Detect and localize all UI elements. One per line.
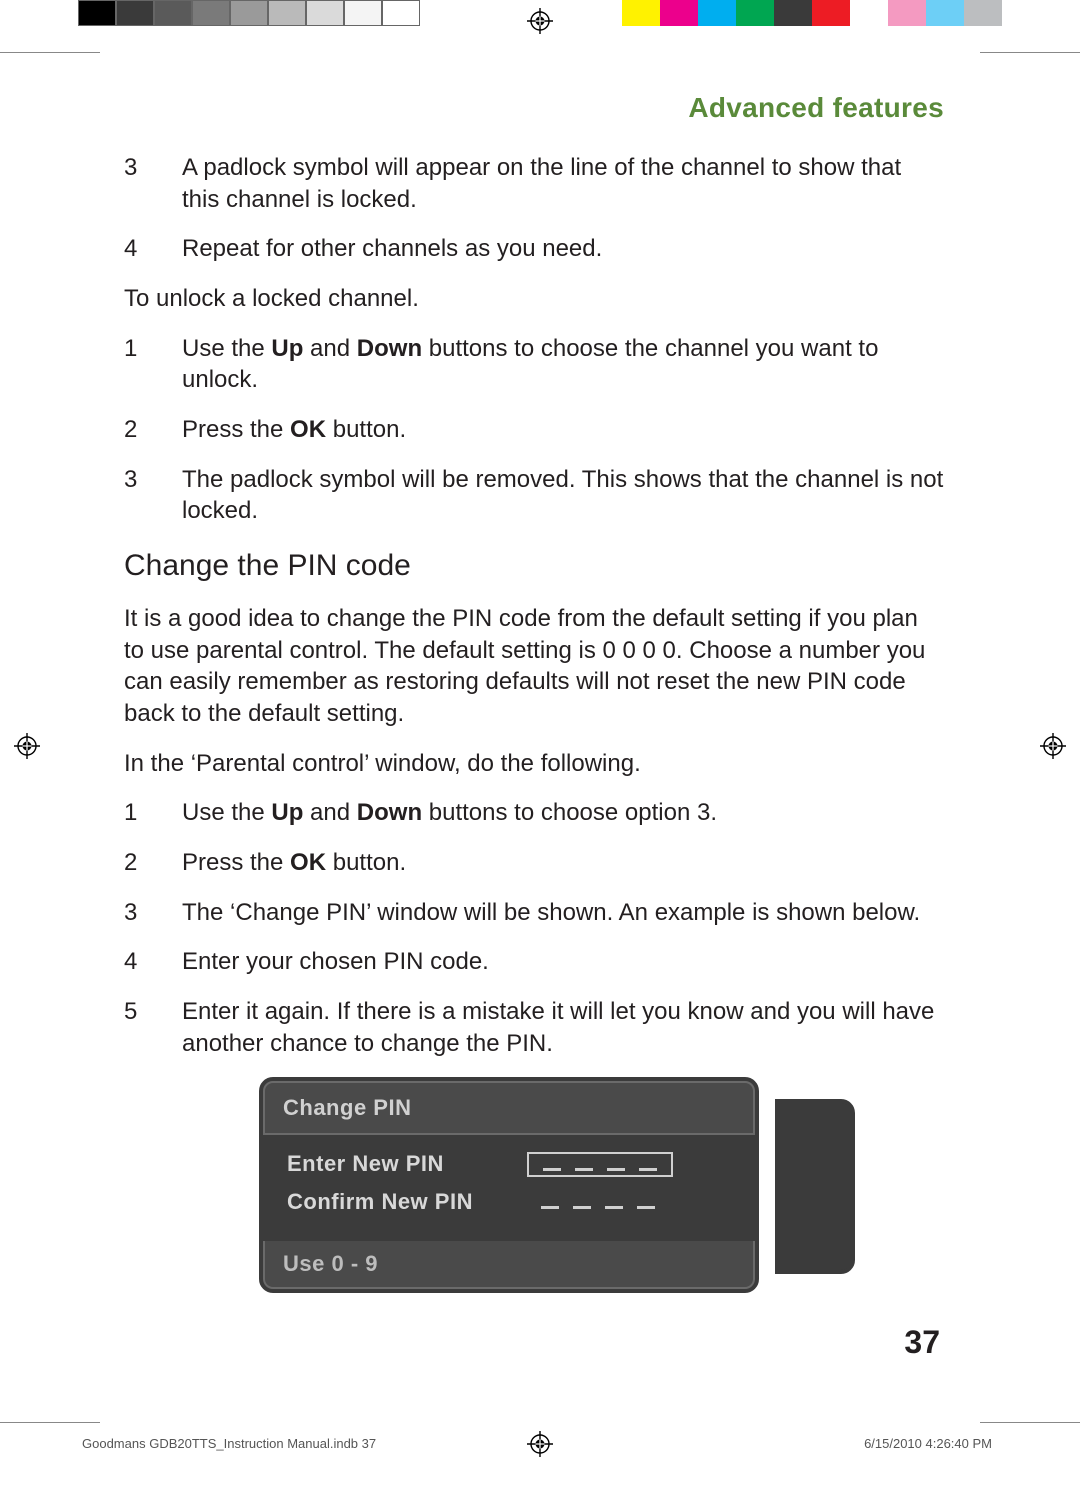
confirm-new-pin-label: Confirm New PIN — [287, 1189, 527, 1215]
color-swatch — [154, 0, 192, 26]
unlock-steps-list: 1Use the Up and Down buttons to choose t… — [124, 333, 944, 527]
color-swatch — [116, 0, 154, 26]
color-swatch — [192, 0, 230, 26]
crop-mark — [0, 1422, 100, 1423]
color-swatch — [964, 0, 1002, 26]
color-swatch — [268, 0, 306, 26]
dialog-shadow-panel — [775, 1099, 855, 1274]
color-swatch — [660, 0, 698, 26]
list-item: 2Press the OK button. — [124, 414, 944, 446]
change-pin-dialog-illustration: Change PIN Enter New PIN Confirm New PIN — [259, 1077, 809, 1293]
color-swatch — [622, 0, 660, 26]
page-content: Advanced features 3A padlock symbol will… — [124, 92, 944, 1293]
registration-mark-icon — [14, 733, 40, 759]
crop-mark — [980, 52, 1080, 53]
crop-mark — [0, 52, 100, 53]
color-swatch — [382, 0, 420, 26]
color-swatch — [774, 0, 812, 26]
footer-timestamp: 6/15/2010 4:26:40 PM — [864, 1436, 992, 1451]
crop-mark — [980, 1422, 1080, 1423]
pin-window-intro: In the ‘Parental control’ window, do the… — [124, 748, 944, 780]
color-swatch — [230, 0, 268, 26]
list-item: 3A padlock symbol will appear on the lin… — [124, 152, 944, 215]
footer-filename: Goodmans GDB20TTS_Instruction Manual.ind… — [82, 1436, 376, 1451]
print-footer: Goodmans GDB20TTS_Instruction Manual.ind… — [82, 1436, 992, 1451]
lock-steps-list: 3A padlock symbol will appear on the lin… — [124, 152, 944, 265]
enter-new-pin-field — [527, 1152, 673, 1177]
color-swatch — [812, 0, 850, 26]
grayscale-bar — [78, 0, 420, 26]
registration-mark-icon — [1040, 733, 1066, 759]
confirm-new-pin-field — [527, 1192, 669, 1213]
color-swatch — [344, 0, 382, 26]
color-swatch — [850, 0, 888, 26]
color-swatch — [698, 0, 736, 26]
manual-page: Advanced features 3A padlock symbol will… — [0, 0, 1080, 1491]
color-bar — [622, 0, 1002, 26]
pin-steps-list: 1Use the Up and Down buttons to choose o… — [124, 797, 944, 1059]
dialog-footer-hint: Use 0 - 9 — [263, 1241, 755, 1289]
page-number: 37 — [904, 1324, 940, 1361]
list-item: 1Use the Up and Down buttons to choose o… — [124, 797, 944, 829]
color-swatch — [926, 0, 964, 26]
list-item: 3The ‘Change PIN’ window will be shown. … — [124, 897, 944, 929]
color-swatch — [736, 0, 774, 26]
unlock-intro: To unlock a locked channel. — [124, 283, 944, 315]
color-swatch — [306, 0, 344, 26]
registration-mark-icon — [527, 8, 553, 34]
list-item: 1Use the Up and Down buttons to choose t… — [124, 333, 944, 396]
list-item: 3The padlock symbol will be removed. Thi… — [124, 464, 944, 527]
color-swatch — [888, 0, 926, 26]
list-item: 2Press the OK button. — [124, 847, 944, 879]
section-header: Advanced features — [124, 92, 944, 124]
list-item: 5Enter it again. If there is a mistake i… — [124, 996, 944, 1059]
change-pin-heading: Change the PIN code — [124, 549, 944, 583]
pin-intro-paragraph: It is a good idea to change the PIN code… — [124, 603, 944, 730]
list-item: 4Enter your chosen PIN code. — [124, 946, 944, 978]
enter-new-pin-label: Enter New PIN — [287, 1151, 527, 1177]
dialog-title: Change PIN — [263, 1081, 755, 1135]
color-swatch — [78, 0, 116, 26]
list-item: 4Repeat for other channels as you need. — [124, 233, 944, 265]
